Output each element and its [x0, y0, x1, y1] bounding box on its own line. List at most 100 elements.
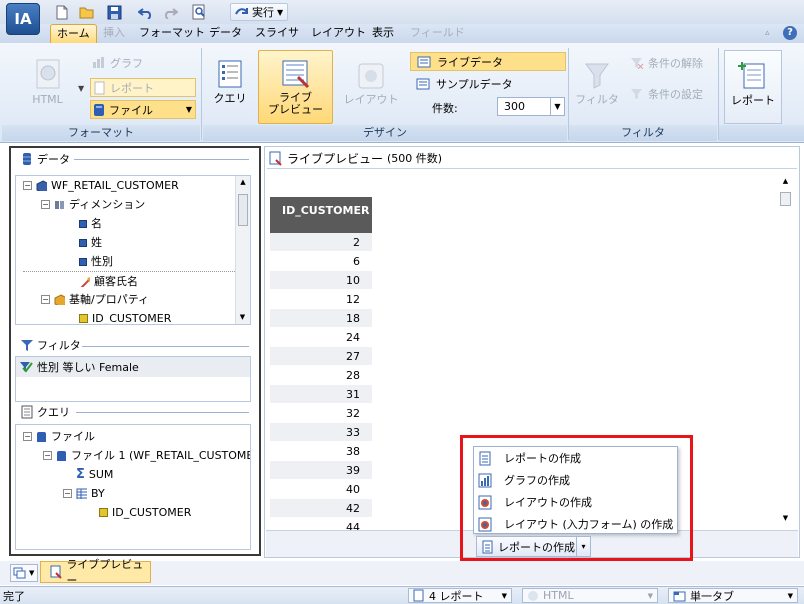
preview-icon[interactable]: [190, 4, 208, 20]
tree-label: BY: [91, 487, 105, 500]
report-icon: [413, 589, 424, 602]
create-menu: レポートの作成 グラフの作成 レイアウトの作成 レイアウト (入力フォーム) の…: [473, 446, 678, 534]
run-button[interactable]: 実行 ▼: [230, 3, 289, 21]
help-icon[interactable]: ?: [783, 26, 797, 40]
tree-item-field[interactable]: 姓: [23, 233, 243, 252]
collapse-icon[interactable]: −: [41, 295, 50, 304]
tree-item-attribute[interactable]: − 基軸/プロパティ: [23, 290, 243, 309]
preview-count: (500 件数): [387, 152, 443, 165]
tab-mode-select[interactable]: 単一タブ ▼: [668, 588, 798, 603]
tree-item-by[interactable]: − BY: [23, 484, 250, 503]
save-icon[interactable]: [105, 4, 123, 20]
filter-section-header: フィルタ: [20, 337, 81, 353]
tab-insert[interactable]: 挿入: [97, 24, 131, 43]
new-icon[interactable]: [53, 4, 71, 20]
scroll-down-icon[interactable]: ▼: [778, 512, 793, 525]
menu-item-create-layout-form[interactable]: レイアウト (入力フォーム) の作成: [474, 513, 677, 535]
filter-group-label: フィルタ: [569, 125, 717, 141]
create-report-button[interactable]: レポートの作成: [477, 539, 576, 555]
table-row: 42: [270, 499, 372, 518]
tree-item-calc-field[interactable]: 顧客氏名: [23, 271, 243, 290]
tab-field[interactable]: フィールド: [404, 24, 471, 43]
preview-scrollbar[interactable]: ▲ ▼: [778, 175, 793, 525]
tab-live-preview[interactable]: ライブプレビュー: [40, 558, 151, 587]
tree-item-field[interactable]: 名: [23, 214, 243, 233]
html-format-button[interactable]: HTML: [20, 58, 75, 106]
table-row: 24: [270, 328, 372, 347]
report-format-button[interactable]: レポート: [90, 78, 196, 97]
count-select[interactable]: 300 ▼: [497, 97, 565, 116]
tab-format[interactable]: フォーマット: [133, 24, 211, 43]
collapse-icon[interactable]: −: [23, 181, 32, 190]
filter-icon: [21, 340, 33, 351]
open-icon[interactable]: [78, 4, 96, 20]
clear-condition-label: 条件の解除: [648, 56, 703, 70]
table-row: 33: [270, 423, 372, 442]
create-report-label: レポートの作成: [498, 540, 575, 554]
scroll-thumb[interactable]: [780, 192, 791, 206]
menu-item-create-report[interactable]: レポートの作成: [474, 447, 677, 469]
data-section-title: データ: [37, 153, 70, 166]
collapse-icon[interactable]: −: [41, 200, 50, 209]
data-column: ID_CUSTOMER 2 6 10 12 18 24 27 28 31 32 33 38 39 40 42…: [270, 197, 372, 537]
redo-icon[interactable]: [161, 4, 179, 20]
live-data-toggle[interactable]: ライブデータ: [410, 52, 566, 71]
run-label: 実行: [252, 6, 274, 19]
tree-item-field[interactable]: 性別: [23, 252, 243, 271]
scroll-up-icon[interactable]: ▲: [778, 175, 793, 188]
tree-item-sum[interactable]: Σ SUM: [23, 465, 250, 484]
tab-layout[interactable]: レイアウト: [305, 24, 372, 43]
tab-data[interactable]: データ: [203, 24, 248, 43]
filter-button[interactable]: フィルタ: [574, 60, 620, 106]
scroll-down-icon[interactable]: ▼: [236, 311, 249, 324]
tree-label: 名: [91, 217, 102, 230]
chevron-down-icon[interactable]: ▾: [576, 537, 590, 556]
tab-view[interactable]: 表示: [366, 24, 400, 43]
tree-item-by-field[interactable]: ID_CUSTOMER: [23, 503, 250, 522]
file-format-button[interactable]: ファイル ▼: [90, 100, 196, 119]
count-value: 300: [504, 100, 525, 113]
tree-item-root[interactable]: − ファイル: [23, 427, 250, 446]
divider: [76, 412, 249, 413]
chevron-down-icon: ▼: [277, 7, 284, 17]
undo-icon[interactable]: [137, 4, 155, 20]
sample-data-toggle[interactable]: サンプルデータ: [416, 74, 513, 93]
layout-button[interactable]: レイアウト: [343, 62, 399, 106]
app-menu-button[interactable]: IA: [6, 3, 40, 35]
new-report-button[interactable]: レポート: [724, 50, 782, 124]
tree-item-dimension[interactable]: − ディメンション: [23, 195, 243, 214]
create-report-split-button[interactable]: レポートの作成 ▾: [476, 536, 591, 557]
collapse-icon[interactable]: −: [23, 432, 32, 441]
live-preview-button[interactable]: ライブ プレビュー: [258, 50, 333, 124]
query-button[interactable]: クエリ: [207, 58, 253, 105]
layout-label: レイアウト: [343, 93, 399, 106]
menu-item-create-chart[interactable]: グラフの作成: [474, 469, 677, 491]
scroll-up-icon[interactable]: ▲: [236, 176, 250, 189]
tree-item-field[interactable]: ID_CUSTOMER: [23, 309, 243, 325]
scroll-thumb[interactable]: [238, 194, 248, 226]
query-label: クエリ: [213, 92, 247, 105]
tree-item-file[interactable]: − ファイル 1 (WF_RETAIL_CUSTOMER: [23, 446, 250, 465]
data-tree-scrollbar[interactable]: ▲ ▼: [235, 176, 250, 324]
report-count-select[interactable]: 4 レポート ▼: [408, 588, 512, 603]
tab-home[interactable]: ホーム: [50, 24, 97, 43]
tree-label: ID_CUSTOMER: [92, 312, 172, 325]
minimize-ribbon-icon[interactable]: ▵: [765, 28, 770, 38]
window-list-button[interactable]: ▼: [10, 564, 38, 582]
output-format-select[interactable]: HTML ▼: [522, 588, 658, 603]
collapse-icon[interactable]: −: [63, 489, 72, 498]
tab-slicer[interactable]: スライサ: [249, 24, 305, 43]
filter-item[interactable]: 性別 等しい Female: [16, 357, 250, 377]
clear-condition-button[interactable]: 条件の解除: [630, 53, 703, 72]
graph-label: グラフ: [110, 56, 143, 70]
report-label: レポート: [110, 81, 154, 95]
table-row: 31: [270, 385, 372, 404]
collapse-icon[interactable]: −: [43, 451, 52, 460]
graph-format-button[interactable]: グラフ: [92, 53, 143, 72]
menu-item-create-layout[interactable]: レイアウトの作成: [474, 491, 677, 513]
tree-item-root[interactable]: − WF_RETAIL_CUSTOMER: [23, 176, 243, 195]
set-condition-button[interactable]: 条件の設定: [630, 84, 703, 103]
html-dropdown-icon[interactable]: ▼: [78, 84, 84, 93]
field-icon: [79, 219, 87, 228]
column-header[interactable]: ID_CUSTOMER: [270, 197, 372, 233]
